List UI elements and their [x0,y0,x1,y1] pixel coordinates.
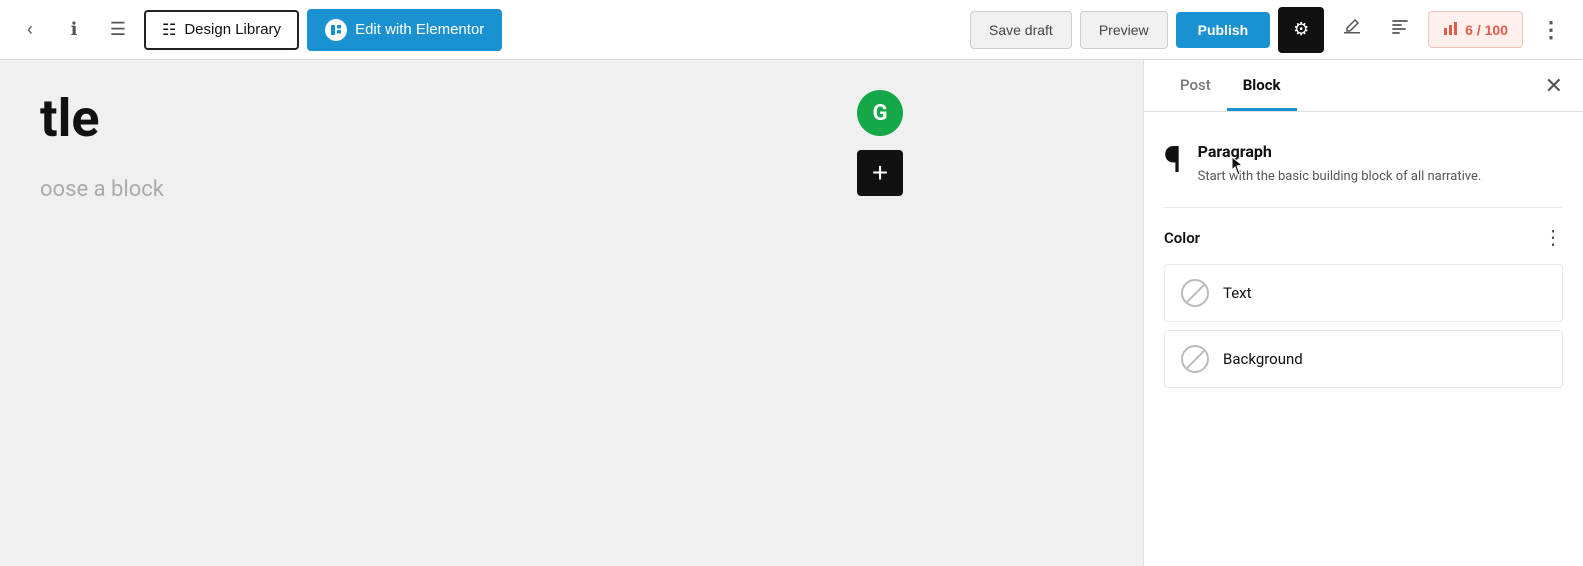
main-toolbar: ‹ ℹ ☰ ☷ Design Library Edit with Element… [0,0,1583,60]
toolbar-left: ‹ ℹ ☰ ☷ Design Library Edit with Element… [12,9,502,51]
block-info: ¶ Paragraph Start with the basic buildin… [1164,132,1563,208]
seo-score-label: 6 / 100 [1465,22,1508,38]
color-section: Color ⋮ Text Background [1164,228,1563,388]
toolbar-right: Save draft Preview Publish ⚙ 6 / 100 ⋮ [970,7,1571,53]
editor-area: tle oose a block G + [0,60,1143,566]
sidebar-content: ¶ Paragraph Start with the basic buildin… [1144,112,1583,416]
post-title[interactable]: tle [40,90,1103,147]
structure-button[interactable] [1380,10,1420,50]
sidebar-panel: Post Block ✕ ¶ Paragraph Start with the … [1143,60,1583,566]
edit-elementor-label: Edit with Elementor [355,21,484,38]
info-icon-btn[interactable]: ℹ [56,12,92,48]
settings-button[interactable]: ⚙ [1278,7,1324,53]
seo-score-button[interactable]: 6 / 100 [1428,11,1523,48]
publish-button[interactable]: Publish [1176,12,1271,48]
back-arrow-btn[interactable]: ‹ [12,12,48,48]
design-library-label: Design Library [184,21,281,38]
pencil-icon [1342,17,1362,42]
color-section-title: Color [1164,229,1200,247]
block-info-text: Paragraph Start with the basic building … [1198,142,1482,187]
tab-post[interactable]: Post [1164,62,1227,111]
score-chart-icon [1443,20,1459,39]
more-options-icon: ⋮ [1540,17,1562,43]
text-color-option[interactable]: Text [1164,264,1563,322]
color-section-header: Color ⋮ [1164,228,1563,248]
elementor-icon [325,19,347,41]
edit-with-elementor-button[interactable]: Edit with Elementor [307,9,502,51]
info-icon: ℹ [71,19,78,40]
text-color-label: Text [1223,284,1252,302]
text-color-none-icon [1181,279,1209,307]
menu-icon: ☰ [110,19,126,40]
add-block-button[interactable]: + [857,150,903,196]
background-color-none-icon [1181,345,1209,373]
pencil-button[interactable] [1332,10,1372,50]
structure-icon [1390,17,1410,42]
more-options-button[interactable]: ⋮ [1531,10,1571,50]
grammarly-icon[interactable]: G [857,90,903,136]
add-block-plus-icon: + [872,159,888,187]
design-library-button[interactable]: ☷ Design Library [144,10,299,50]
paragraph-block-icon: ¶ [1164,142,1182,178]
settings-gear-icon: ⚙ [1293,19,1309,40]
save-draft-button[interactable]: Save draft [970,11,1072,49]
tab-block[interactable]: Block [1227,62,1297,111]
design-library-icon: ☷ [162,20,176,40]
color-more-button[interactable]: ⋮ [1543,228,1563,248]
block-title: Paragraph [1198,142,1482,161]
sidebar-tabs: Post Block ✕ [1144,60,1583,112]
add-block-placeholder[interactable]: oose a block [40,177,1103,202]
sidebar-close-button[interactable]: ✕ [1545,73,1563,99]
background-color-label: Background [1223,350,1303,368]
background-color-option[interactable]: Background [1164,330,1563,388]
block-description: Start with the basic building block of a… [1198,167,1482,187]
menu-icon-btn[interactable]: ☰ [100,12,136,48]
main-area: tle oose a block G + Post Block ✕ ¶ Para [0,60,1583,566]
preview-button[interactable]: Preview [1080,11,1168,49]
